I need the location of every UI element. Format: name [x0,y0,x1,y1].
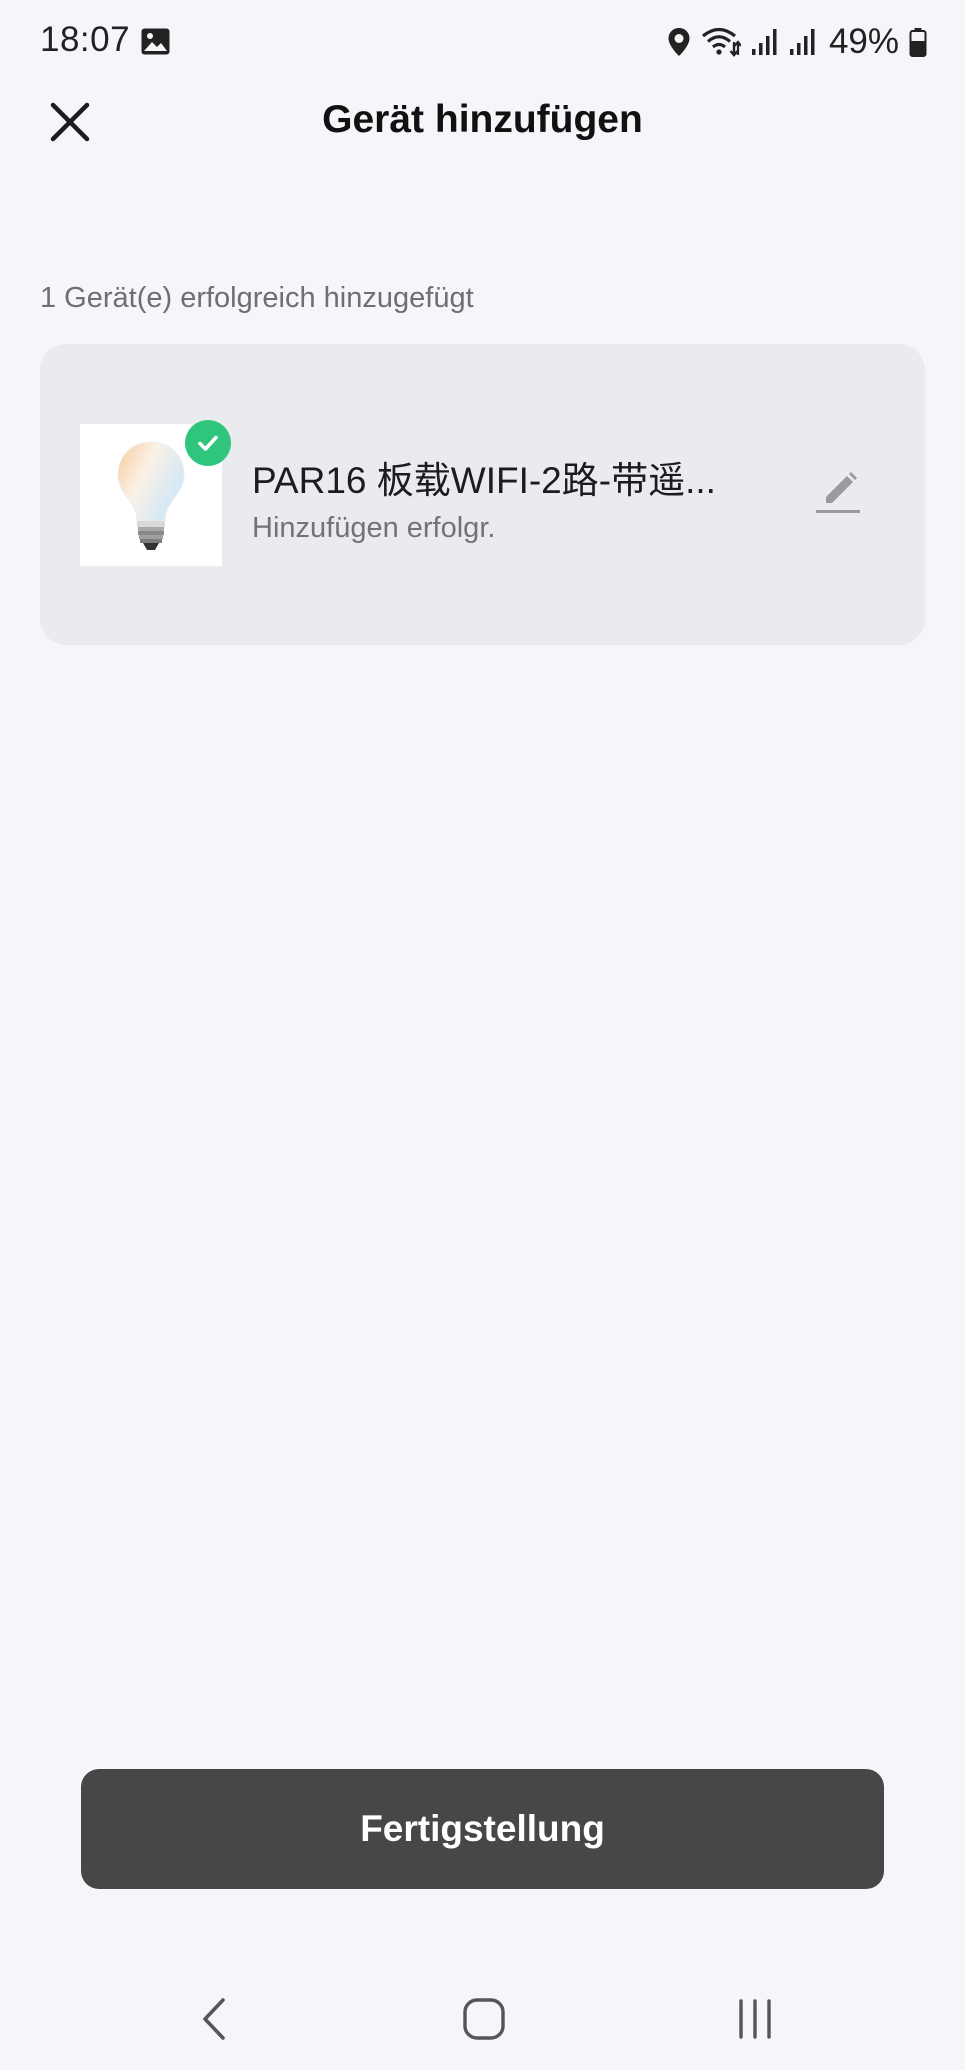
screen: 18:07 49% Gerät hinzufügen 1 Gerät(e) er… [0,0,965,2070]
recent-apps-icon [739,1999,771,2039]
signal-icon [751,27,779,57]
system-nav-bar [0,1960,965,2070]
location-icon [667,27,691,57]
device-name: PAR16 板载WIFI-2路-带遥... [252,460,716,501]
status-time: 18:07 [40,20,131,59]
signal-icon [789,27,817,57]
status-bar: 18:07 49% [0,0,965,86]
edit-name-button[interactable] [812,468,864,520]
edit-pencil-icon [816,472,860,513]
finish-button[interactable]: Fertigstellung [81,1769,884,1889]
success-count-label: 1 Gerät(e) erfolgreich hinzugefügt [40,282,474,314]
status-icons: 49% [667,20,927,64]
battery-icon [909,27,927,57]
nav-home-button[interactable] [449,1984,519,2054]
home-icon [463,1998,505,2040]
gallery-icon [140,27,171,56]
battery-percent: 49% [828,22,899,61]
device-status: Hinzufügen erfolgr. [252,512,496,544]
device-card: PAR16 板载WIFI-2路-带遥... Hinzufügen erfolgr… [40,344,925,645]
nav-recent-apps-button[interactable] [720,1984,790,2054]
back-icon [203,1998,225,2040]
success-badge [185,420,231,466]
nav-back-button[interactable] [180,1984,250,2054]
check-icon [198,435,218,451]
wifi-icon [701,26,741,58]
page-title: Gerät hinzufügen [322,98,643,141]
